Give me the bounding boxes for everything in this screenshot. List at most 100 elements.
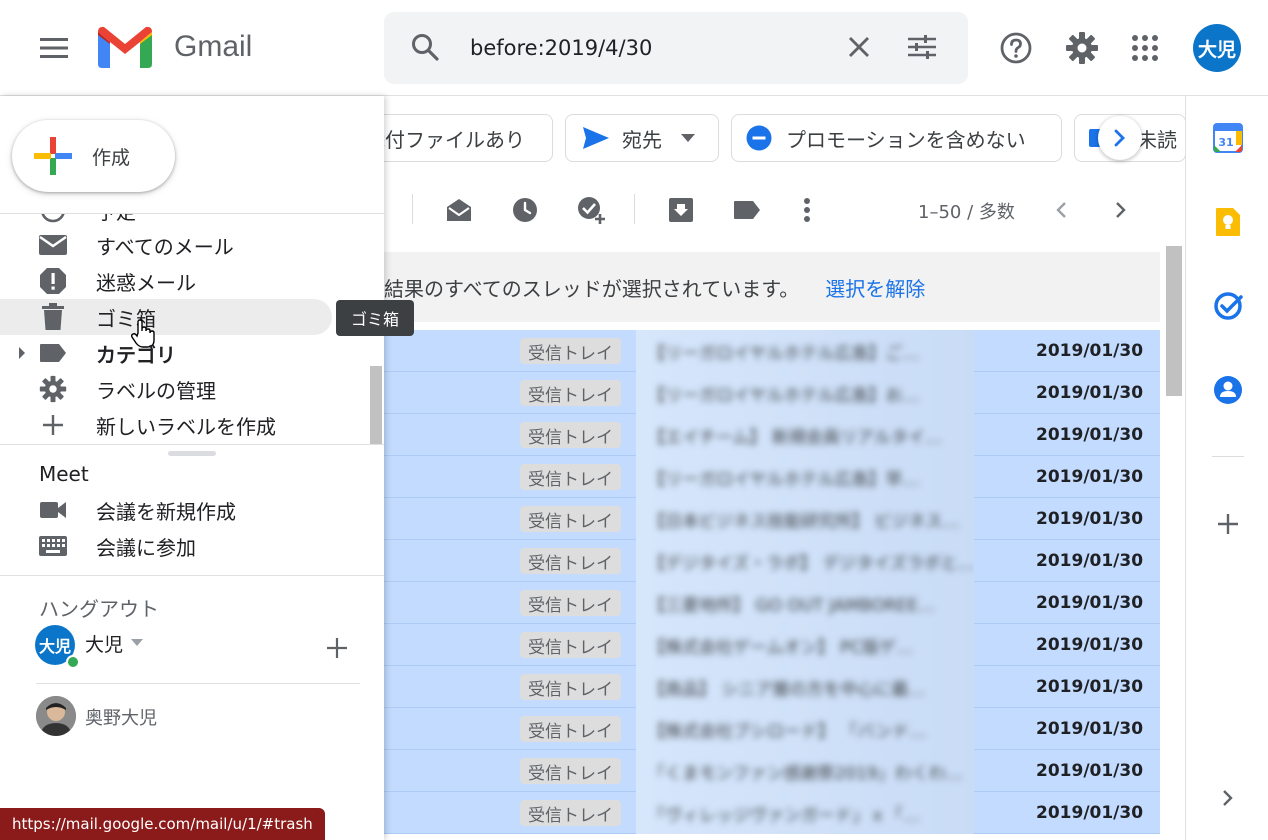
mail-date: 2019/01/30 bbox=[1036, 341, 1144, 361]
gmail-logo[interactable]: Gmail bbox=[98, 26, 252, 68]
more-actions-button[interactable] bbox=[787, 190, 827, 230]
clear-search-icon[interactable] bbox=[844, 32, 874, 66]
inbox-label-chip[interactable]: 受信トレイ bbox=[520, 422, 621, 448]
contact-name[interactable]: 奥野大児 bbox=[85, 704, 157, 730]
add-to-tasks-button[interactable] bbox=[571, 190, 611, 230]
chips-scroll-right-button[interactable] bbox=[1098, 116, 1142, 160]
newer-page-button[interactable] bbox=[1041, 190, 1081, 230]
mail-subject-text: 【株式会社ブシロード】 「バンド… bbox=[648, 721, 927, 742]
mail-date: 2019/01/30 bbox=[1036, 635, 1144, 655]
inbox-label-chip[interactable]: 受信トレイ bbox=[520, 506, 621, 532]
sidebar-item-label: すべてのメール bbox=[96, 234, 234, 259]
settings-button[interactable] bbox=[1060, 26, 1104, 70]
mail-subject: 【リーガロイヤルホテル広島】お… bbox=[636, 372, 974, 414]
to-chip-label: 宛先 bbox=[622, 127, 662, 152]
search-options-icon[interactable] bbox=[906, 32, 938, 66]
mail-subject-text: 【エイチーム】 新規会員リアルタイ… bbox=[648, 427, 942, 448]
to-chip[interactable]: 宛先 bbox=[565, 114, 719, 162]
compose-button[interactable]: 作成 bbox=[12, 120, 175, 192]
mail-date: 2019/01/30 bbox=[1036, 761, 1144, 781]
table-row[interactable]: 受信トレイ 「くまモンファン感謝祭2019」わくわ… 2019/01/30 bbox=[384, 750, 1160, 792]
status-dropdown-icon[interactable] bbox=[131, 639, 143, 647]
meet-new-meeting[interactable]: 会議を新規作成 bbox=[0, 492, 332, 528]
meet-join-meeting-label: 会議に参加 bbox=[96, 535, 196, 560]
sidebar-item-spam[interactable]: 迷惑メール bbox=[0, 263, 332, 299]
inbox-label-chip[interactable]: 受信トレイ bbox=[520, 800, 621, 826]
section-resize-handle[interactable] bbox=[168, 451, 216, 456]
inbox-label-chip[interactable]: 受信トレイ bbox=[520, 716, 621, 742]
older-page-button[interactable] bbox=[1101, 190, 1141, 230]
account-avatar[interactable]: 大児 bbox=[1193, 24, 1241, 72]
mail-list-scrollbar[interactable] bbox=[1166, 246, 1182, 396]
has-attachment-chip[interactable]: 添付ファイルあり bbox=[360, 114, 553, 162]
apps-button[interactable] bbox=[1123, 26, 1167, 70]
sidebar-scrollbar[interactable] bbox=[370, 366, 382, 444]
hamburger-menu-icon bbox=[40, 38, 68, 58]
table-row[interactable]: 受信トレイ 【デジタイズ・ラボ】 デジタイズラボと… 2019/01/30 bbox=[384, 540, 1160, 582]
table-row[interactable]: 受信トレイ 【商品】 シニア層の方を中心に最… 2019/01/30 bbox=[384, 666, 1160, 708]
has-attachment-label: 添付ファイルあり bbox=[365, 127, 525, 152]
table-row[interactable]: 受信トレイ 【日本ビジネス技能研究所】 ビジネス… 2019/01/30 bbox=[384, 498, 1160, 540]
hangouts-user-name[interactable]: 大児 bbox=[85, 630, 123, 657]
table-row[interactable]: 受信トレイ 【三菱地所】 GO OUT JAMBOREE… 2019/01/30 bbox=[384, 582, 1160, 624]
inbox-label-chip[interactable]: 受信トレイ bbox=[520, 674, 621, 700]
sidebar-item-create-label[interactable]: 新しいラベルを作成 bbox=[0, 407, 332, 443]
mail-subject-text: 【リーガロイヤルホテル広島】早… bbox=[648, 469, 920, 490]
table-row[interactable]: 受信トレイ 【リーガロイヤルホテル広島】早… 2019/01/30 bbox=[384, 456, 1160, 498]
side-panel: 31 bbox=[1185, 96, 1268, 840]
sidebar-item-categories[interactable]: カテゴリ bbox=[0, 335, 332, 371]
move-to-button[interactable] bbox=[661, 190, 701, 230]
expand-arrow-icon[interactable] bbox=[18, 347, 26, 359]
clear-selection-link[interactable]: 選択を解除 bbox=[825, 273, 925, 302]
inbox-label-chip[interactable]: 受信トレイ bbox=[520, 548, 621, 574]
snooze-button[interactable] bbox=[505, 190, 545, 230]
plus-icon bbox=[1218, 514, 1238, 534]
table-row[interactable]: 受信トレイ 「ヴィレッジヴァンガード」ｘ「… 2019/01/30 bbox=[384, 792, 1160, 834]
table-row[interactable]: 受信トレイ 【株式会社ゲームオン】 PC版ゲ… 2019/01/30 bbox=[384, 624, 1160, 666]
labels-button[interactable] bbox=[727, 190, 767, 230]
inbox-label-chip[interactable]: 受信トレイ bbox=[520, 590, 621, 616]
inbox-label-chip[interactable]: 受信トレイ bbox=[520, 380, 621, 406]
compose-plus-icon bbox=[34, 137, 72, 175]
select-all-banner: 結果のすべてのスレッドが選択されています。 選択を解除 bbox=[384, 252, 1160, 322]
search-input[interactable] bbox=[470, 30, 850, 66]
gmail-wordmark: Gmail bbox=[174, 30, 253, 63]
new-conversation-plus-icon[interactable] bbox=[326, 637, 348, 659]
mail-subject-text: 【日本ビジネス技能研究所】 ビジネス… bbox=[648, 511, 960, 532]
contact-avatar[interactable] bbox=[36, 696, 76, 736]
mail-date: 2019/01/30 bbox=[1036, 509, 1144, 529]
inbox-label-chip[interactable]: 受信トレイ bbox=[520, 338, 621, 364]
mail-subject: 「ヴィレッジヴァンガード」ｘ「… bbox=[636, 792, 974, 834]
google-contacts-icon bbox=[1214, 376, 1242, 404]
keep-app-button[interactable] bbox=[1212, 206, 1244, 238]
main-menu-button[interactable] bbox=[30, 24, 78, 72]
inbox-label-chip[interactable]: 受信トレイ bbox=[520, 758, 621, 784]
contacts-app-button[interactable] bbox=[1212, 374, 1244, 406]
mail-date: 2019/01/30 bbox=[1036, 803, 1144, 823]
mail-date: 2019/01/30 bbox=[1036, 719, 1144, 739]
table-row[interactable]: 受信トレイ 【株式会社ブシロード】 「バンド… 2019/01/30 bbox=[384, 708, 1160, 750]
move-to-inbox-icon bbox=[669, 198, 693, 222]
show-side-panel-button[interactable] bbox=[1212, 782, 1244, 814]
table-row[interactable]: 受信トレイ 【エイチーム】 新規会員リアルタイ… 2019/01/30 bbox=[384, 414, 1160, 456]
search-icon[interactable] bbox=[410, 32, 440, 66]
table-row[interactable]: 受信トレイ 【リーガロイヤルホテル広島】お… 2019/01/30 bbox=[384, 372, 1160, 414]
tasks-app-button[interactable] bbox=[1212, 290, 1244, 322]
help-button[interactable] bbox=[994, 26, 1038, 70]
google-tasks-icon bbox=[1214, 292, 1243, 320]
sidebar-item-trash[interactable]: ゴミ箱 bbox=[0, 299, 332, 348]
sidebar-item-all-mail[interactable]: すべてのメール bbox=[0, 227, 332, 263]
sidebar-divider bbox=[0, 575, 384, 576]
mark-as-read-button[interactable] bbox=[439, 190, 479, 230]
sidebar-item-manage-labels[interactable]: ラベルの管理 bbox=[0, 371, 332, 407]
inbox-label-chip[interactable]: 受信トレイ bbox=[520, 632, 621, 658]
table-row[interactable]: 受信トレイ 【リーガロイヤルホテル広島】ご… 2019/01/30 bbox=[384, 330, 1160, 372]
clock-icon bbox=[513, 198, 537, 222]
get-addons-button[interactable] bbox=[1212, 508, 1244, 540]
mail-subject: 【デジタイズ・ラボ】 デジタイズラボと… bbox=[636, 540, 974, 582]
exclude-promotions-chip[interactable]: プロモーションを含めない bbox=[731, 114, 1062, 162]
meet-join-meeting[interactable]: 会議に参加 bbox=[0, 528, 332, 564]
calendar-app-button[interactable]: 31 bbox=[1212, 122, 1244, 154]
inbox-label-chip[interactable]: 受信トレイ bbox=[520, 464, 621, 490]
chevron-right-icon bbox=[1114, 129, 1125, 147]
